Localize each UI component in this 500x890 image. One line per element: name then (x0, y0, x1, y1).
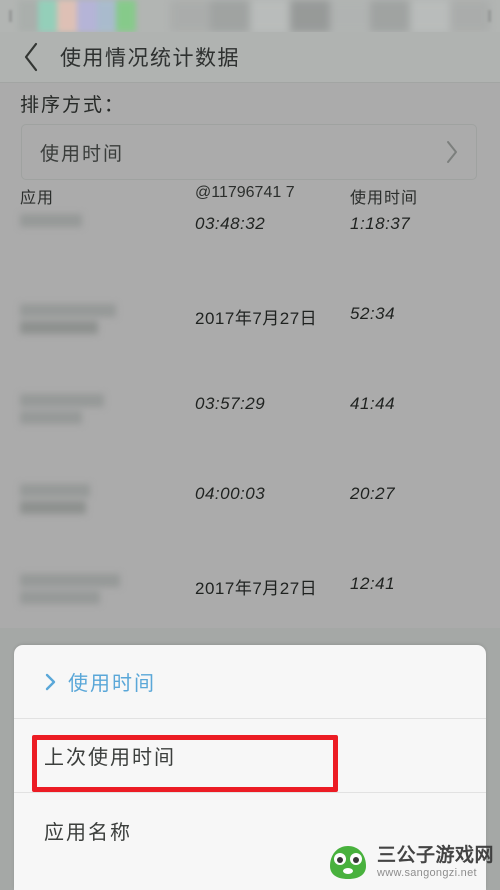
usage-table: 应用 @11796741 7 使用时间 03:48:32 1:18:37 201… (0, 184, 500, 664)
app-name-blurred (20, 394, 195, 424)
app-name-blurred (20, 484, 195, 514)
sort-label: 排序方式： (20, 95, 126, 116)
cell-last-used: 04:00:03 (195, 484, 266, 503)
sort-select-value: 使用时间 (40, 143, 125, 165)
chevron-right-icon (44, 672, 58, 692)
sort-select[interactable]: 使用时间 (21, 124, 477, 180)
site-watermark: 三公子游戏网 www.sangongzi.net (326, 840, 494, 884)
battery-icon (488, 10, 491, 22)
frog-logo-icon (326, 840, 370, 884)
cell-usage-time: 12:41 (350, 574, 396, 593)
table-row[interactable]: 03:57:29 41:44 (0, 394, 500, 484)
sheet-option-usage-time[interactable]: 使用时间 (14, 645, 486, 719)
signal-icon (9, 10, 12, 22)
cell-usage-time: 1:18:37 (350, 214, 411, 233)
title-bar: 使用情况统计数据 (0, 32, 500, 83)
watermark-title: 三公子游戏网 (376, 844, 494, 866)
cell-last-used: 03:57:29 (195, 394, 266, 413)
app-name-blurred (20, 574, 195, 604)
cell-last-used: 03:48:32 (195, 214, 266, 233)
cell-usage-time: 20:27 (350, 484, 396, 503)
watermark-url: www.sangongzi.net (376, 866, 477, 879)
sheet-option-last-used-time[interactable]: 上次使用时间 (14, 719, 486, 793)
cell-usage-time: 41:44 (350, 394, 396, 413)
table-header-row: 应用 @11796741 7 使用时间 (0, 184, 500, 210)
app-name-blurred (20, 304, 195, 334)
cell-last-used: 2017年7月27日 (195, 309, 318, 328)
app-name-blurred (20, 214, 195, 227)
cell-last-used: 2017年7月27日 (195, 579, 318, 598)
status-bar-blurred-right (170, 0, 490, 32)
table-row[interactable]: 2017年7月27日 52:34 (0, 304, 500, 394)
chevron-left-icon[interactable] (14, 40, 48, 74)
sheet-option-label: 上次使用时间 (44, 747, 176, 769)
table-row[interactable]: 04:00:03 20:27 (0, 484, 500, 574)
sheet-option-label: 应用名称 (44, 821, 132, 844)
chevron-right-icon (444, 139, 460, 165)
column-header-last-used: @11796741 7 (195, 184, 295, 201)
sheet-option-label: 使用时间 (68, 673, 156, 695)
table-row[interactable]: 03:48:32 1:18:37 (0, 210, 500, 304)
column-header-usage-time: 使用时间 (350, 190, 419, 207)
status-bar-blurred-icons (18, 0, 137, 32)
status-bar (0, 0, 500, 32)
page-title: 使用情况统计数据 (60, 47, 240, 70)
column-header-app: 应用 (20, 190, 55, 207)
cell-usage-time: 52:34 (350, 304, 396, 323)
